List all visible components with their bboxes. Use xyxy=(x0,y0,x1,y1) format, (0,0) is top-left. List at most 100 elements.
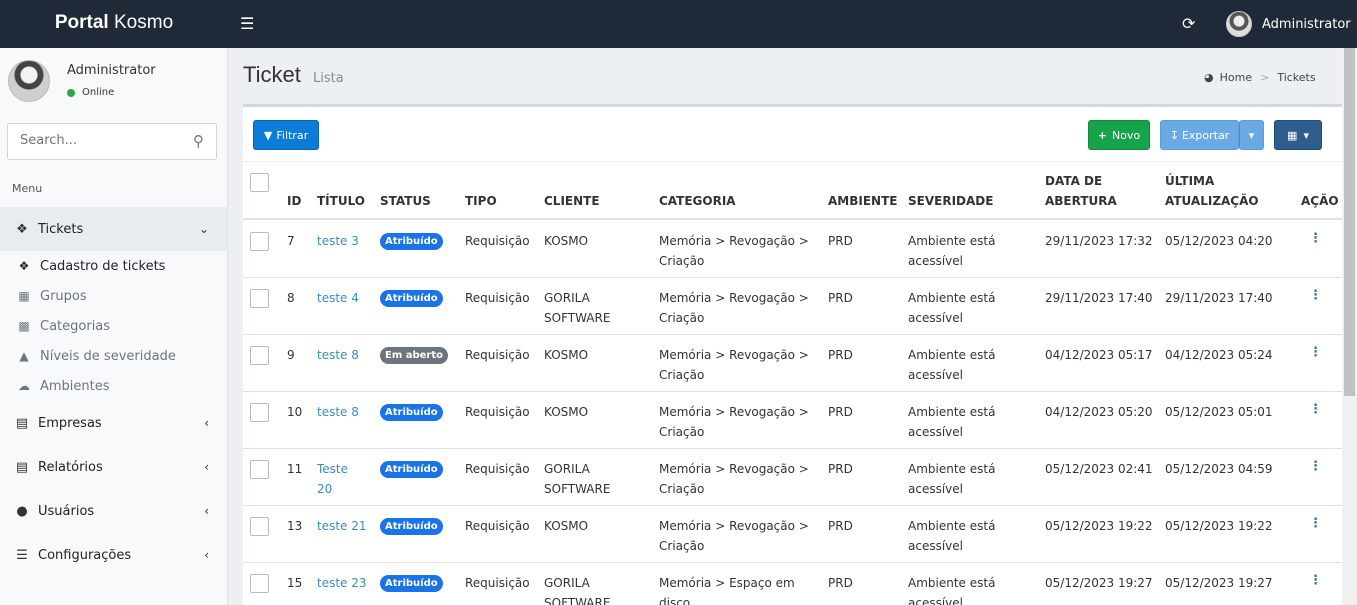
ticket-title-link[interactable]: teste 8 xyxy=(317,345,359,365)
col-cliente[interactable]: CLIENTE xyxy=(544,191,600,211)
search-input[interactable] xyxy=(20,133,180,148)
col-severidade[interactable]: SEVERIDADE xyxy=(908,191,993,211)
cell-atualizacao: 29/11/2023 17:40 xyxy=(1165,291,1273,305)
page-subtitle: Lista xyxy=(313,71,344,86)
col-title[interactable]: TÍTULO xyxy=(317,191,365,211)
new-ticket-button[interactable]: + Novo xyxy=(1088,120,1150,150)
status-badge: Atribuído xyxy=(380,575,443,592)
ticket-icon: ❖ xyxy=(18,259,30,273)
cell-severidade: Ambiente está acessível xyxy=(908,405,996,439)
chevron-down-icon: ⌄ xyxy=(198,222,209,236)
cell-cliente: KOSMO xyxy=(544,348,589,362)
row-checkbox[interactable] xyxy=(250,403,269,422)
ticket-title-link[interactable]: Teste 20 xyxy=(317,459,348,499)
sidebar-item-categorias[interactable]: ▩ Categorias xyxy=(0,311,227,341)
col-categoria[interactable]: CATEGORIA xyxy=(659,191,736,211)
table-row: 7 teste 3 Atribuído Requisição KOSMO Memória … xyxy=(243,221,1342,278)
col-atualizacao[interactable]: ÚLTIMA ATUALIZAÇÃO xyxy=(1165,171,1259,211)
cell-cliente: GORILA SOFTWARE xyxy=(544,576,611,605)
ticket-icon: ❖ xyxy=(16,221,28,237)
kebab-menu-icon[interactable]: ⋮ xyxy=(1309,346,1322,360)
ticket-title-link[interactable]: teste 4 xyxy=(317,288,359,308)
page-title: Ticket xyxy=(243,62,301,87)
cell-cliente: GORILA SOFTWARE xyxy=(544,462,611,496)
select-all-checkbox[interactable] xyxy=(250,173,269,192)
user-menu[interactable]: Administrator xyxy=(1226,10,1351,38)
col-id[interactable]: ID xyxy=(287,191,301,211)
cell-ambiente: PRD xyxy=(828,519,853,533)
sidebar-item-relatorios[interactable]: ▤ Relatórios ‹ xyxy=(0,445,227,489)
chevron-left-icon: ‹ xyxy=(204,504,209,518)
cell-tipo: Requisição xyxy=(465,576,530,590)
scrollbar-thumb[interactable] xyxy=(1344,48,1355,396)
sidebar-item-usuarios[interactable]: ● Usuários ‹ xyxy=(0,489,227,533)
cell-ambiente: PRD xyxy=(828,405,853,419)
cell-id: 10 xyxy=(287,405,303,419)
cell-id: 9 xyxy=(287,348,295,362)
cell-ambiente: PRD xyxy=(828,462,853,476)
export-dropdown-button[interactable]: ▾ xyxy=(1239,120,1264,150)
filter-button[interactable]: ▼ Filtrar xyxy=(253,120,319,150)
row-checkbox[interactable] xyxy=(250,517,269,536)
user-name[interactable]: Administrator xyxy=(67,63,156,78)
cell-cliente: KOSMO xyxy=(544,405,589,419)
chevron-left-icon: ‹ xyxy=(204,460,209,474)
sidebar-item-tickets[interactable]: ❖ Tickets ⌄ xyxy=(0,207,227,251)
sidebar-item-ambientes[interactable]: ☁ Ambientes xyxy=(0,371,227,401)
building-icon: ▤ xyxy=(15,415,29,431)
breadcrumb-home[interactable]: Home xyxy=(1220,71,1252,84)
row-checkbox[interactable] xyxy=(250,574,269,593)
caret-down-icon: ▾ xyxy=(1303,128,1309,142)
cell-ambiente: PRD xyxy=(828,291,853,305)
chevron-left-icon: ‹ xyxy=(204,548,209,562)
warning-icon: ▲ xyxy=(19,349,29,363)
col-tipo[interactable]: TIPO xyxy=(465,191,497,211)
ticket-title-link[interactable]: teste 23 xyxy=(317,573,367,593)
kebab-menu-icon[interactable]: ⋮ xyxy=(1309,403,1322,417)
col-ambiente[interactable]: AMBIENTE xyxy=(828,191,897,211)
row-checkbox[interactable] xyxy=(250,346,269,365)
cell-tipo: Requisição xyxy=(465,519,530,533)
sidebar-item-grupos[interactable]: ▦ Grupos xyxy=(0,281,227,311)
table-icon: ▦ xyxy=(1287,128,1298,142)
cell-abertura: 04/12/2023 05:17 xyxy=(1045,348,1153,362)
refresh-icon[interactable]: ⟳ xyxy=(1182,13,1195,35)
kebab-menu-icon[interactable]: ⋮ xyxy=(1309,574,1322,588)
columns-button[interactable]: ▦ ▾ xyxy=(1274,120,1322,150)
kebab-menu-icon[interactable]: ⋮ xyxy=(1309,232,1322,246)
kebab-menu-icon[interactable]: ⋮ xyxy=(1309,460,1322,474)
export-button[interactable]: ↧ Exportar xyxy=(1160,120,1239,150)
cell-abertura: 05/12/2023 19:27 xyxy=(1045,576,1153,590)
table-row: 15 teste 23 Atribuído Requisição GORILA SOFTW… xyxy=(243,563,1342,605)
ticket-title-link[interactable]: teste 3 xyxy=(317,231,359,251)
ticket-title-link[interactable]: teste 21 xyxy=(317,516,367,536)
sidebar-item-configuracoes[interactable]: ☰ Configurações ‹ xyxy=(0,533,227,577)
cloud-icon: ☁ xyxy=(18,379,30,393)
row-checkbox[interactable] xyxy=(250,460,269,479)
ticket-title-link[interactable]: teste 8 xyxy=(317,402,359,422)
caret-down-icon: ▾ xyxy=(1248,128,1255,142)
col-status[interactable]: STATUS xyxy=(380,191,431,211)
cell-cliente: KOSMO xyxy=(544,234,589,248)
report-icon: ▤ xyxy=(15,459,29,475)
sidebar-item-cadastro-tickets[interactable]: ❖ Cadastro de tickets xyxy=(0,251,227,281)
cell-tipo: Requisição xyxy=(465,234,530,248)
col-abertura[interactable]: DATA DE ABERTURA xyxy=(1045,171,1117,211)
row-checkbox[interactable] xyxy=(250,289,269,308)
table-row: 9 teste 8 Em aberto Requisição KOSMO Memória … xyxy=(243,335,1342,392)
cell-id: 15 xyxy=(287,576,303,590)
kebab-menu-icon[interactable]: ⋮ xyxy=(1309,517,1322,531)
ticket-list-card: ▼ Filtrar + Novo ↧ Exportar ▾ ▦ ▾ ID TÍTULO … xyxy=(243,104,1342,605)
status-badge: Atribuído xyxy=(380,461,443,478)
cell-cliente: GORILA SOFTWARE xyxy=(544,291,611,325)
row-checkbox[interactable] xyxy=(250,232,269,251)
sidebar-item-niveis-severidade[interactable]: ▲ Níveis de severidade xyxy=(0,341,227,371)
brand-logo[interactable]: Portal Kosmo xyxy=(0,0,228,48)
menu-toggle-icon[interactable]: ☰ xyxy=(240,13,256,35)
sidebar-item-empresas[interactable]: ▤ Empresas ‹ xyxy=(0,401,227,445)
breadcrumb-separator: > xyxy=(1260,71,1270,84)
kebab-menu-icon[interactable]: ⋮ xyxy=(1309,289,1322,303)
cell-abertura: 29/11/2023 17:32 xyxy=(1045,234,1153,248)
cell-tipo: Requisição xyxy=(465,291,530,305)
search-icon[interactable]: ⚲ xyxy=(193,132,204,150)
